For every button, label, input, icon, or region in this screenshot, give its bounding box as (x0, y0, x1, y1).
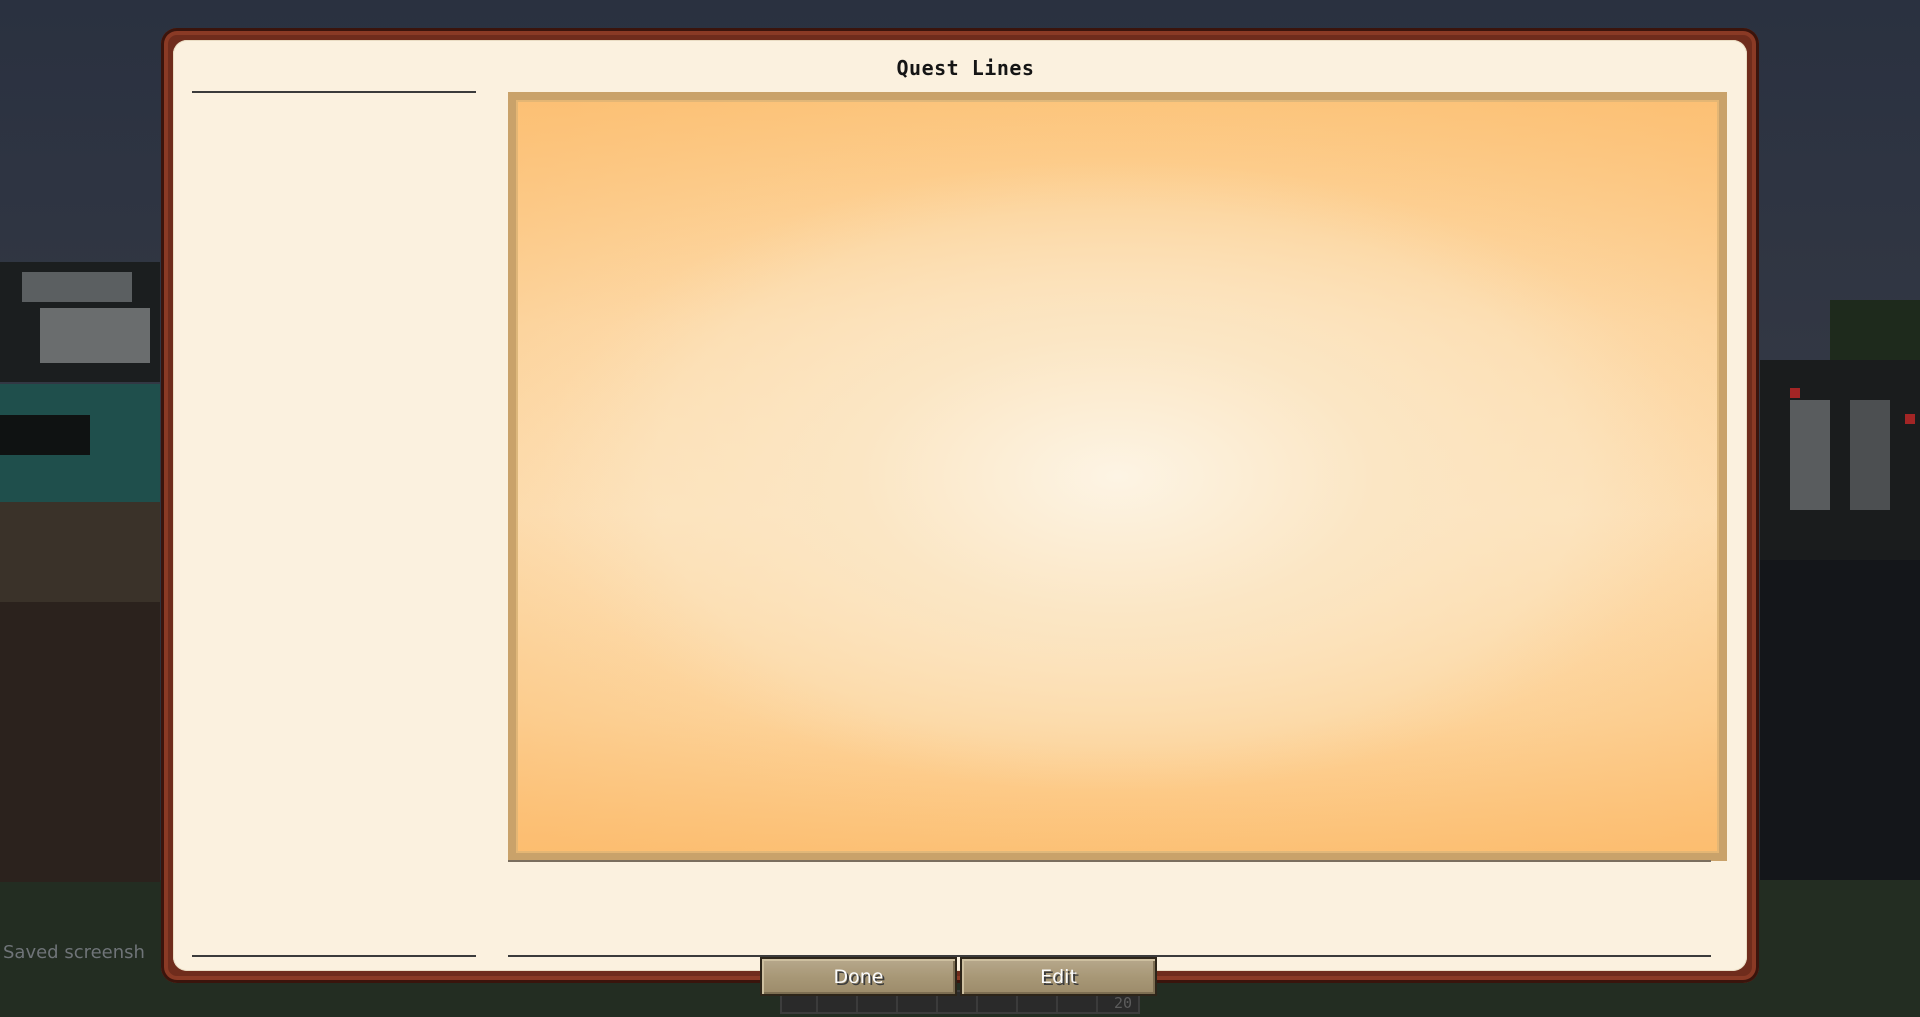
redstone-dot (1790, 388, 1800, 398)
sidebar-top-divider (192, 91, 476, 93)
tree-leaves (1830, 300, 1920, 360)
dirt-block (0, 602, 160, 882)
hotbar-item-count: 20 (1114, 994, 1133, 1012)
dark-slab (0, 415, 90, 455)
hotbar-slot (902, 994, 938, 1012)
hotbar-slot (1022, 994, 1058, 1012)
hotbar-slot (782, 994, 818, 1012)
wood-block (0, 502, 160, 602)
hotbar-slot (982, 994, 1018, 1012)
redstone-dot (1905, 414, 1915, 424)
map-bottom-divider (508, 860, 1711, 862)
hotbar-slot (822, 994, 858, 1012)
dark-block (1760, 560, 1920, 880)
edit-button[interactable]: Edit (960, 957, 1157, 996)
done-button[interactable]: Done (760, 957, 957, 996)
machine-block-panel (40, 308, 150, 363)
window-title: Quest Lines (896, 56, 1035, 80)
hotbar-slot (1062, 994, 1098, 1012)
machine-block-panel (22, 272, 132, 302)
hotbar-slot (942, 994, 978, 1012)
quest-line-list[interactable] (192, 94, 476, 954)
chat-message: Saved screensh (3, 942, 145, 963)
hotbar-slot (862, 994, 898, 1012)
machine-block-panel (1850, 400, 1890, 510)
machine-block-panel (1790, 400, 1830, 510)
quest-map-canvas[interactable] (508, 92, 1727, 861)
machine-block (1760, 360, 1920, 560)
sidebar-bottom-divider (192, 955, 476, 957)
